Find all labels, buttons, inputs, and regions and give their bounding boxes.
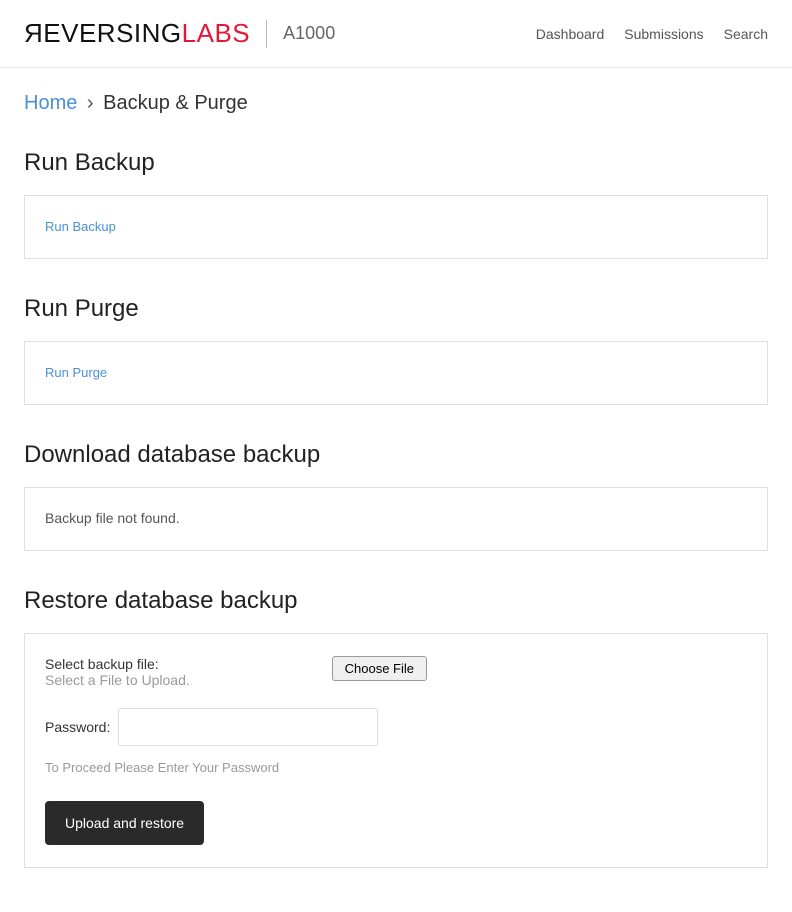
logo-divider xyxy=(266,20,267,48)
select-file-labels: Select backup file: Select a File to Upl… xyxy=(45,656,332,690)
nav-search[interactable]: Search xyxy=(724,26,768,42)
password-input[interactable] xyxy=(118,708,378,746)
header: ЯEVERSINGLABS A1000 Dashboard Submission… xyxy=(0,0,792,68)
top-nav: Dashboard Submissions Search xyxy=(536,26,768,42)
run-backup-link[interactable]: Run Backup xyxy=(45,219,116,234)
content: Home › Backup & Purge Run Backup Run Bac… xyxy=(0,68,792,912)
run-purge-panel: Run Purge xyxy=(24,341,768,405)
password-label: Password: xyxy=(45,719,110,735)
select-file-row: Select backup file: Select a File to Upl… xyxy=(45,656,747,690)
download-backup-panel: Backup file not found. xyxy=(24,487,768,551)
select-file-hint: Select a File to Upload. xyxy=(45,672,190,688)
select-file-label: Select backup file: xyxy=(45,656,332,672)
run-purge-link[interactable]: Run Purge xyxy=(45,365,107,380)
logo: ЯEVERSINGLABS xyxy=(24,18,250,49)
product-name: A1000 xyxy=(283,23,335,44)
nav-submissions[interactable]: Submissions xyxy=(624,26,703,42)
password-helper: To Proceed Please Enter Your Password xyxy=(45,760,747,775)
breadcrumb: Home › Backup & Purge xyxy=(24,92,768,115)
password-row: Password: xyxy=(45,708,747,746)
restore-backup-title: Restore database backup xyxy=(24,587,768,615)
choose-file-button[interactable]: Choose File xyxy=(332,656,427,681)
breadcrumb-current: Backup & Purge xyxy=(103,92,248,114)
header-left: ЯEVERSINGLABS A1000 xyxy=(24,18,335,49)
upload-restore-button[interactable]: Upload and restore xyxy=(45,801,204,845)
logo-text-labs: LABS xyxy=(182,18,251,48)
nav-dashboard[interactable]: Dashboard xyxy=(536,26,605,42)
run-backup-title: Run Backup xyxy=(24,149,768,177)
run-purge-title: Run Purge xyxy=(24,295,768,323)
download-backup-title: Download database backup xyxy=(24,441,768,469)
breadcrumb-home[interactable]: Home xyxy=(24,92,77,114)
logo-text-reversing: ЯEVERSING xyxy=(24,18,182,48)
restore-backup-panel: Select backup file: Select a File to Upl… xyxy=(24,633,768,868)
breadcrumb-separator: › xyxy=(87,92,94,114)
run-backup-panel: Run Backup xyxy=(24,195,768,259)
download-backup-message: Backup file not found. xyxy=(45,510,180,526)
